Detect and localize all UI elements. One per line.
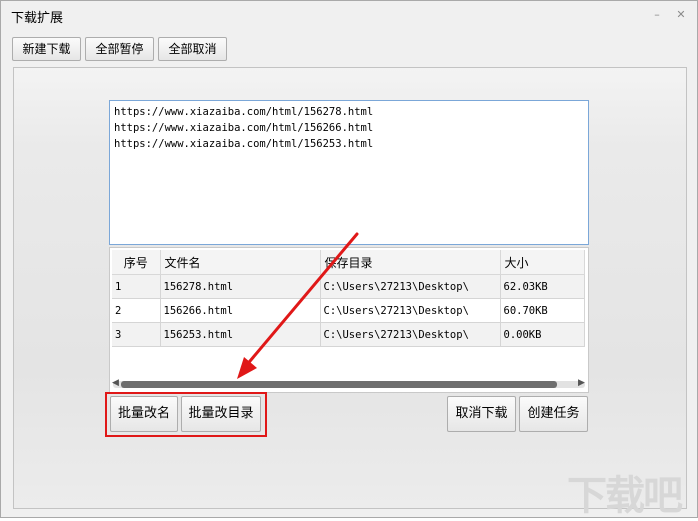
annotation-arrow xyxy=(237,232,359,379)
download-extension-window: 下载扩展 – ✕ 新建下载 全部暂停 全部取消 https://www.xiaz… xyxy=(0,0,698,519)
watermark-logo: 下载吧 xyxy=(567,459,697,519)
watermark-text: 下载吧 xyxy=(567,473,683,519)
